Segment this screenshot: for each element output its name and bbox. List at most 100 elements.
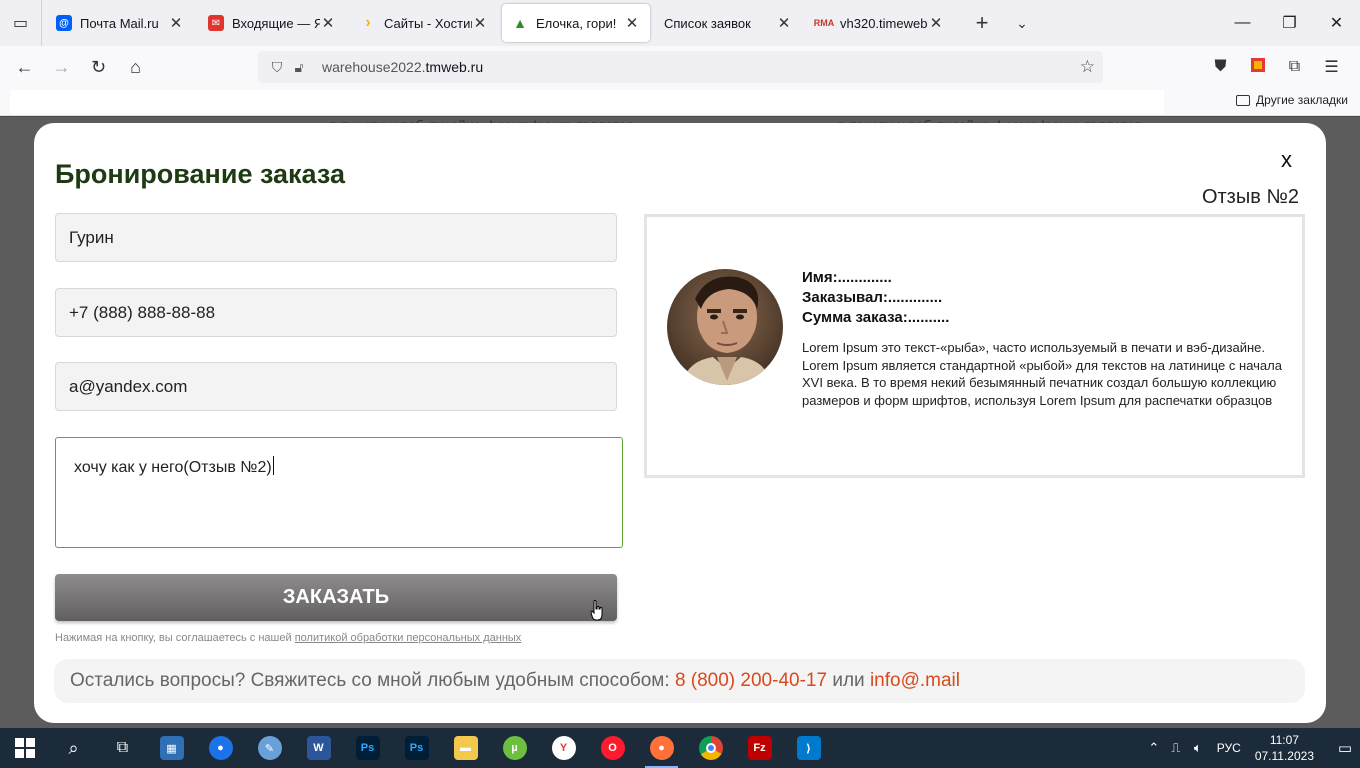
tab-timeweb[interactable]: RMA vh320.timeweb.r ✕	[806, 4, 954, 42]
notifications-icon[interactable]: ▭	[1330, 728, 1360, 768]
language-indicator[interactable]: РУС	[1217, 741, 1241, 755]
menu-icon[interactable]: ☰	[1313, 57, 1350, 77]
chromium-icon[interactable]: ●	[196, 728, 245, 768]
phone-field[interactable]: +7 (888) 888-88-88	[55, 288, 617, 337]
chevron-up-icon[interactable]: ⌃	[1143, 740, 1165, 756]
search-icon[interactable]: ⌕	[49, 728, 98, 768]
close-modal-button[interactable]: x	[1281, 147, 1292, 173]
clock[interactable]: 11:07 07.11.2023	[1255, 732, 1314, 764]
yandex-browser-icon[interactable]: Y	[539, 728, 588, 768]
url-prefix: warehouse2022.	[322, 59, 426, 75]
toolbar-right: ⛊ ⧉ ☰	[1202, 46, 1350, 88]
chrome-icon[interactable]	[686, 728, 735, 768]
restore-icon[interactable]: ❐	[1266, 0, 1313, 46]
folder-icon	[1236, 94, 1251, 106]
name-field[interactable]: Гурин	[55, 213, 617, 262]
contact-bar: Остались вопросы? Свяжитесь со мной любы…	[54, 659, 1305, 703]
reload-icon[interactable]: ↻	[80, 51, 117, 83]
volume-icon[interactable]: 🔈︎	[1187, 740, 1209, 756]
email-field[interactable]: a@yandex.com	[55, 362, 617, 411]
clock-date: 07.11.2023	[1254, 749, 1314, 763]
pocket-icon[interactable]: ⛊	[1202, 58, 1239, 76]
review-ordered: Заказывал:.............	[802, 289, 943, 306]
review-name: Имя:.............	[802, 269, 892, 286]
privacy-policy-link[interactable]: политикой обработки персональных данных	[295, 632, 522, 644]
file-explorer-icon[interactable]: ▬	[441, 728, 490, 768]
firefox-icon[interactable]: ●	[637, 728, 686, 768]
other-bookmarks[interactable]: Другие закладки	[1236, 93, 1348, 107]
bookmark-star-icon[interactable]: ☆	[1080, 57, 1095, 77]
booking-modal: Бронирование заказа x Отзыв №2 Гурин +7 …	[34, 123, 1326, 723]
text-caret	[272, 456, 274, 475]
rma-icon: RMA	[813, 18, 835, 28]
taskbar: ⌕ ⧉ ▦ ● ✎ W Ps Ps ▬ µ Y O ● Fz ⟩ ⌃ ⎍ 🔈︎ …	[0, 728, 1360, 768]
tab-yandex-mail[interactable]: ✉ Входящие — Ян ✕	[198, 4, 346, 42]
utorrent-icon[interactable]: µ	[490, 728, 539, 768]
forward-icon[interactable]: →	[43, 51, 80, 83]
tab-label: Почта Mail.ru	[80, 15, 159, 31]
windows-icon	[14, 738, 35, 758]
word-icon[interactable]: W	[294, 728, 343, 768]
tree-icon: ▲	[513, 15, 527, 31]
contact-phone-link[interactable]: 8 (800) 200-40-17	[675, 670, 827, 692]
tab-list-icon[interactable]: ▭	[0, 0, 42, 46]
review-number: Отзыв №2	[1201, 186, 1299, 208]
review-sum: Сумма заказа:..........	[802, 309, 950, 326]
extensions-icon[interactable]: ⧉	[1276, 58, 1313, 76]
avatar	[667, 269, 783, 385]
tab-elochka[interactable]: ▲ Елочка, гори! ✕	[502, 4, 650, 42]
paint-icon[interactable]: ✎	[245, 728, 294, 768]
tab-label: Елочка, гори!	[536, 15, 617, 31]
comment-textarea[interactable]: хочу как у него(Отзыв №2)	[55, 437, 623, 548]
home-icon[interactable]: ⌂	[117, 51, 154, 83]
contact-or: или	[832, 670, 865, 691]
review-card: Имя:............. Заказывал:............…	[644, 214, 1305, 478]
tab-bar: ▭ @ Почта Mail.ru ✕ ✉ Входящие — Ян ✕ › …	[0, 0, 1360, 46]
system-tray: ⌃ ⎍ 🔈︎ РУС 11:07 07.11.2023 ▭	[1143, 728, 1360, 768]
extension-color-icon[interactable]	[1239, 57, 1276, 77]
window-controls: — ❐ ✕	[1219, 0, 1360, 46]
tab-hosting[interactable]: › Сайты - Хостинг ✕	[350, 4, 498, 42]
tab-mail-ru[interactable]: @ Почта Mail.ru ✕	[46, 4, 194, 42]
review-details: Имя:............. Заказывал:............…	[802, 268, 949, 328]
tab-requests[interactable]: Список заявок ✕	[654, 4, 802, 42]
task-view-icon[interactable]: ⧉	[98, 728, 147, 768]
opera-icon[interactable]: O	[588, 728, 637, 768]
comment-text: хочу как у него(Отзыв №2)	[74, 459, 272, 476]
contact-email-link[interactable]: info@.mail	[870, 670, 960, 692]
tab-label: Сайты - Хостинг	[384, 15, 472, 31]
insecure-lock-icon[interactable]: 🔓︎	[288, 59, 310, 76]
vscode-icon[interactable]: ⟩	[784, 728, 833, 768]
bookmarks-area	[10, 90, 1164, 114]
network-icon[interactable]: ⎍	[1165, 740, 1187, 756]
close-icon[interactable]: ✕	[776, 14, 792, 32]
back-icon[interactable]: ←	[6, 51, 43, 83]
navigation-bar: ← → ↻ ⌂ ⛉ 🔓︎ warehouse2022.tmweb.ru ☆ ⛊ …	[0, 46, 1360, 88]
chevron-down-icon[interactable]: ⌄	[1002, 15, 1042, 32]
consent-prefix: Нажимая на кнопку, вы соглашаетесь с наш…	[55, 632, 295, 644]
new-tab-icon[interactable]: +	[962, 10, 1002, 36]
photoshop-2-icon[interactable]: Ps	[392, 728, 441, 768]
contact-text: Остались вопросы? Свяжитесь со мной любы…	[70, 670, 670, 691]
bookmarks-bar: Другие закладки	[0, 88, 1360, 116]
close-icon[interactable]: ✕	[320, 14, 336, 32]
close-icon[interactable]: ✕	[168, 14, 184, 32]
review-text: Lorem Ipsum это текст-«рыба», часто испо…	[802, 340, 1282, 408]
minimize-icon[interactable]: —	[1219, 0, 1266, 46]
tab-label: vh320.timeweb.r	[840, 15, 928, 31]
url-bar[interactable]: ⛉ 🔓︎ warehouse2022.tmweb.ru ☆	[258, 51, 1103, 83]
close-icon[interactable]: ✕	[928, 14, 944, 32]
filezilla-icon[interactable]: Fz	[735, 728, 784, 768]
envelope-icon: ✉	[208, 15, 224, 31]
calculator-icon[interactable]: ▦	[147, 728, 196, 768]
tab-label: Список заявок	[664, 15, 751, 31]
order-button[interactable]: ЗАКАЗАТЬ	[55, 574, 617, 621]
close-icon[interactable]: ✕	[624, 14, 640, 32]
shield-icon[interactable]: ⛉	[266, 59, 288, 76]
close-icon[interactable]: ✕	[472, 14, 488, 32]
start-button[interactable]	[0, 728, 49, 768]
close-window-icon[interactable]: ✕	[1313, 0, 1360, 46]
modal-title: Бронирование заказа	[55, 159, 345, 189]
photoshop-icon[interactable]: Ps	[343, 728, 392, 768]
consent-text: Нажимая на кнопку, вы соглашаетесь с наш…	[55, 632, 521, 644]
